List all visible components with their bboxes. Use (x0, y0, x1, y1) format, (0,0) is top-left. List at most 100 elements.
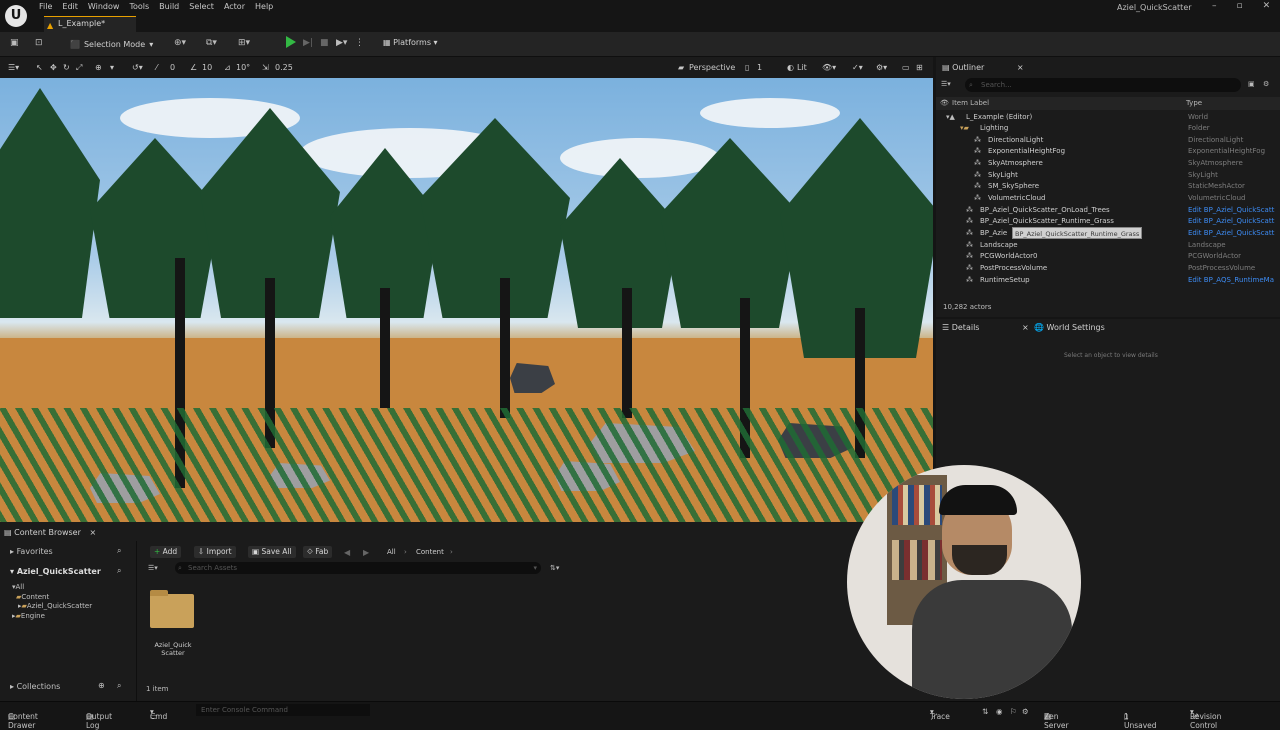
blueprint-icon[interactable]: ⧉▾ (206, 38, 217, 48)
history-back-icon[interactable]: ◀ (344, 548, 350, 557)
rotate-tool-icon[interactable]: ↻ (63, 63, 70, 72)
breadcrumb-content[interactable]: Content (416, 548, 444, 556)
menu-file[interactable]: File (39, 1, 60, 12)
show-flags-icon[interactable]: 👁▾ (822, 63, 836, 72)
details-tab[interactable]: ☰ Details × (942, 319, 1029, 336)
scale-snap-value[interactable]: 0.25 (275, 63, 293, 72)
search-icon[interactable]: ⌕ (117, 566, 121, 576)
cmd-dropdown[interactable]: ▭ Cmd ▾ (150, 707, 167, 721)
camera-icon[interactable]: ▭ (902, 63, 910, 72)
maximize-viewport-icon[interactable]: ⊞ (916, 63, 923, 72)
filter-icon[interactable]: ☰▾ (941, 80, 951, 88)
level-tab[interactable]: ▲ L_Example* (44, 16, 136, 32)
realtime-icon[interactable]: ✓▾ (852, 63, 863, 72)
outliner-row[interactable]: ⁂ Landscape Landscape (936, 240, 1280, 252)
outliner-row[interactable]: ⁂ SM_SkySphere StaticMeshActor (936, 181, 1280, 193)
move-tool-icon[interactable]: ✥ (50, 63, 57, 72)
settings-icon[interactable]: ⚙ (1263, 80, 1269, 88)
viewport-count[interactable]: 1 (757, 63, 762, 72)
menu-window[interactable]: Window (88, 1, 128, 12)
breadcrumb-all[interactable]: All (387, 548, 396, 556)
revision-control-button[interactable]: ⎇ Revision Control ▾ (1190, 707, 1221, 730)
launch-icon[interactable]: ▶▾ (336, 38, 347, 48)
maximize-icon[interactable]: ▫ (1237, 1, 1243, 11)
tree-item-engine[interactable]: ▸▰Engine (12, 612, 45, 620)
grid-snap-icon[interactable]: ↺▾ (132, 63, 143, 72)
search-icon[interactable]: ⌕ (117, 681, 121, 691)
import-button[interactable]: ⇩ Import (194, 546, 236, 558)
level-viewport[interactable] (0, 78, 933, 522)
view-type-dropdown[interactable]: Perspective (689, 63, 735, 72)
add-folder-icon[interactable]: ▣ (1248, 80, 1255, 88)
more-icon[interactable]: ⋮ (355, 38, 364, 48)
outliner-row[interactable]: ⁂ BP_Aziel_QuickScatter_OnLoad_Trees Edit … (936, 205, 1280, 217)
outliner-row[interactable]: ⁂ RuntimeSetup Edit BP_AQS_RuntimeMa (936, 275, 1280, 287)
fab-button[interactable]: ⟐ Fab (303, 546, 333, 558)
content-icon[interactable]: ⊡ (35, 38, 43, 48)
collections-section[interactable]: ▸ Collections (10, 682, 60, 691)
close-icon[interactable]: × (89, 528, 96, 537)
trace-button[interactable]: ⋰ Trace ▾ (930, 707, 950, 721)
outliner-row-type[interactable]: Edit BP_Aziel_QuickScatt (1188, 228, 1274, 240)
console-input[interactable]: Enter Console Command (196, 704, 370, 716)
outliner-row-type[interactable]: Edit BP_AQS_RuntimeMa (1188, 275, 1274, 287)
column-type[interactable]: Type (1186, 97, 1202, 110)
outliner-row[interactable]: ⁂ ExponentialHeightFog ExponentialHeightFo… (936, 146, 1280, 158)
history-forward-icon[interactable]: ▶ (363, 548, 369, 557)
selection-mode-dropdown[interactable]: ⬛ Selection Mode ▾ (66, 37, 157, 52)
search-icon[interactable]: ⌕ (117, 546, 121, 556)
outliner-row[interactable]: ▾▲ L_Example (Editor) World (936, 112, 1280, 124)
close-icon[interactable]: × (1022, 323, 1029, 332)
asset-search-input[interactable]: ⌕ Search Assets ▾ (175, 562, 541, 574)
angle-snap-value[interactable]: 10° (236, 63, 250, 72)
content-browser-tab[interactable]: ▤ Content Browser × (4, 524, 96, 541)
column-item-label[interactable]: Item Label (952, 97, 989, 110)
outliner-tab[interactable]: ▤ Outliner × (942, 59, 1024, 76)
project-section[interactable]: ▾ Aziel_QuickScatter (10, 567, 101, 576)
menu-edit[interactable]: Edit (62, 1, 86, 12)
save-all-button[interactable]: ▣ Save All (248, 546, 296, 558)
menu-actor[interactable]: Actor (224, 1, 253, 12)
surface-snap-icon[interactable]: ▾ (110, 63, 114, 72)
settings-icon[interactable]: ⚙▾ (876, 63, 887, 72)
outliner-row[interactable]: ▾▰ Lighting Folder (936, 123, 1280, 135)
notifications-icon[interactable]: ⚐ (1010, 707, 1017, 716)
menu-help[interactable]: Help (255, 1, 281, 12)
outliner-row-type[interactable]: Edit BP_Aziel_QuickScatt (1188, 205, 1274, 217)
scale-tool-icon[interactable]: ⤢ (76, 63, 82, 73)
select-tool-icon[interactable]: ↖ (36, 63, 43, 72)
cinematics-icon[interactable]: ⊞▾ (238, 38, 250, 48)
close-icon[interactable]: × (1017, 63, 1024, 72)
camera-icon[interactable]: ◉ (996, 707, 1003, 716)
create-icon[interactable]: ⊕▾ (174, 38, 186, 48)
settings-icon[interactable]: ⚙ (1022, 707, 1029, 716)
world-settings-tab[interactable]: 🌐 World Settings (1034, 319, 1105, 336)
world-local-icon[interactable]: ⊕ (95, 63, 102, 72)
add-button[interactable]: + Add (150, 546, 182, 558)
rotate-snap-value[interactable]: 10 (202, 63, 212, 72)
viewport-menu-icon[interactable]: ☰▾ (8, 63, 19, 72)
step-icon[interactable]: ▶| (303, 38, 313, 48)
derived-data-icon[interactable]: ⇅ (982, 707, 988, 716)
outliner-row[interactable]: ⁂ VolumetricCloud VolumetricCloud (936, 193, 1280, 205)
tree-item-content[interactable]: ▰Content (16, 593, 49, 601)
outliner-row[interactable]: ⁂ PostProcessVolume PostProcessVolume (936, 263, 1280, 275)
menu-tools[interactable]: Tools (129, 1, 157, 12)
outliner-row[interactable]: ⁂ DirectionalLight DirectionalLight (936, 135, 1280, 147)
minimize-icon[interactable]: – (1212, 1, 1217, 11)
folder-asset-icon[interactable] (150, 590, 194, 628)
close-icon[interactable]: ✕ (1263, 1, 1271, 11)
outliner-row[interactable]: ⁂ PCGWorldActor0 PCGWorldActor (936, 251, 1280, 263)
stop-icon[interactable]: ■ (320, 38, 329, 48)
favorites-section[interactable]: ▸ Favorites (10, 547, 53, 556)
outliner-row[interactable]: ⁂ SkyAtmosphere SkyAtmosphere (936, 158, 1280, 170)
filter-icon[interactable]: ☰▾ (148, 564, 158, 572)
outliner-search-input[interactable]: ⌕ Search... (965, 78, 1241, 92)
outliner-row[interactable]: ⁂ SkyLight SkyLight (936, 170, 1280, 182)
tree-item-all[interactable]: ▾All (12, 583, 24, 591)
translate-snap-value[interactable]: 0 (170, 63, 175, 72)
lighting-mode-dropdown[interactable]: Lit (797, 63, 807, 72)
add-collection-icon[interactable]: ⊕ (98, 681, 105, 690)
platforms-button[interactable]: ▦ Platforms ▾ (383, 38, 438, 47)
sort-icon[interactable]: ⇅▾ (550, 564, 559, 572)
